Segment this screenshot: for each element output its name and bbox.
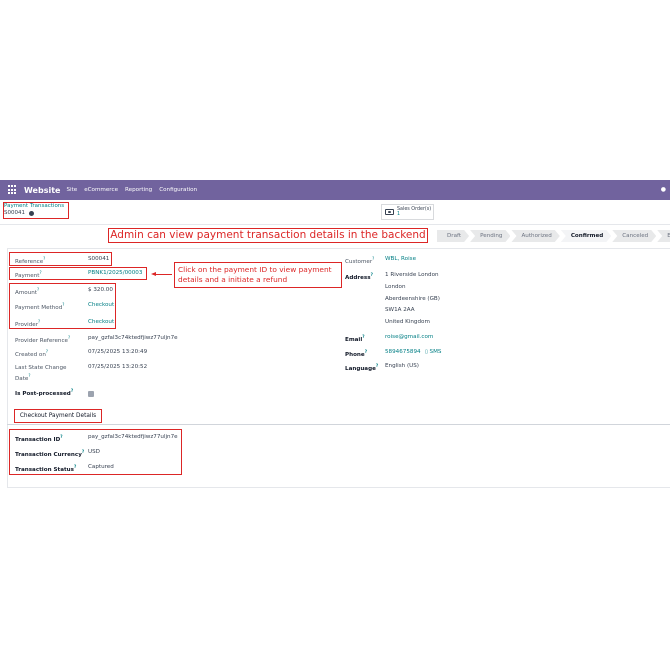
provider-reference-value: pay_gzfal3c74ktedfjiwz77uljn7e <box>88 335 178 341</box>
sales-orders-smart-button[interactable]: Sales Order(s) 1 <box>381 204 434 220</box>
stage-canceled[interactable]: Canceled <box>612 230 656 242</box>
tab-checkout-payment-details[interactable]: Checkout Payment Details <box>14 409 102 423</box>
address-line-1: 1 Riverside London <box>385 272 439 278</box>
sales-orders-count: 1 <box>397 212 401 217</box>
stage-draft[interactable]: Draft <box>437 230 469 242</box>
provider-reference-label-text: Provider Reference <box>15 337 68 344</box>
sms-button[interactable]: ▯ SMS <box>425 349 441 355</box>
top-navbar: Website Site eCommerce Reporting Configu… <box>0 180 670 200</box>
phone-label-text: Phone <box>345 351 365 358</box>
amount-method-provider-highlight <box>9 283 116 329</box>
sms-icon: ▯ <box>425 349 428 355</box>
language-value: English (US) <box>385 363 419 369</box>
created-on-value: 07/25/2025 13:20:49 <box>88 349 148 355</box>
money-icon <box>385 209 394 215</box>
menu-reporting[interactable]: Reporting <box>125 187 152 193</box>
stage-error[interactable]: Error <box>657 230 670 242</box>
address-line-5: United Kingdom <box>385 319 430 325</box>
stage-pending[interactable]: Pending <box>470 230 510 242</box>
address-line-3: Aberdeenshire (GB) <box>385 296 440 302</box>
phone-label: Phone? <box>345 349 368 358</box>
is-post-processed-label: Is Post-processed? <box>15 388 74 397</box>
email-value[interactable]: roise@gmail.com <box>385 334 433 340</box>
provider-reference-label: Provider Reference? <box>15 335 71 344</box>
address-line-2: London <box>385 284 406 290</box>
email-label: Email? <box>345 334 365 343</box>
is-post-processed-checkbox[interactable] <box>88 391 94 397</box>
apps-menu-icon[interactable] <box>8 185 18 195</box>
created-on-label: Created on? <box>15 349 49 358</box>
phone-value[interactable]: 5894675894 <box>385 349 421 355</box>
stage-authorized[interactable]: Authorized <box>511 230 559 242</box>
annotation-arrow <box>151 272 172 277</box>
arrow-line <box>155 273 172 276</box>
app-brand[interactable]: Website <box>24 186 60 195</box>
language-label: Language? <box>345 363 379 372</box>
breadcrumb-highlight <box>3 202 69 219</box>
payment-highlight <box>9 267 147 280</box>
annotation-payment-note: Click on the payment ID to view payment … <box>174 262 342 288</box>
last-state-change-label-text: Last State Change Date <box>15 365 67 382</box>
email-label-text: Email <box>345 336 363 343</box>
is-post-processed-label-text: Is Post-processed <box>15 390 71 397</box>
screenshot-stage: Website Site eCommerce Reporting Configu… <box>0 0 670 670</box>
tab-underline <box>7 424 670 425</box>
language-label-text: Language <box>345 365 376 372</box>
customer-label: Customer? <box>345 256 375 265</box>
address-label-text: Address <box>345 274 371 281</box>
control-panel: Payment Transactions S00041 <box>0 200 670 225</box>
checkout-details-highlight <box>9 429 182 475</box>
stage-confirmed[interactable]: Confirmed <box>561 230 611 242</box>
sms-label: SMS <box>429 349 442 355</box>
created-on-label-text: Created on <box>15 351 46 358</box>
sales-orders-label: Sales Order(s) <box>397 207 432 212</box>
last-state-change-label: Last State Change Date? <box>15 365 67 382</box>
address-line-4: SW1A 2AA <box>385 307 415 313</box>
last-state-change-value: 07/25/2025 13:20:52 <box>88 364 148 370</box>
address-label: Address? <box>345 272 373 281</box>
annotation-title: Admin can view payment transaction detai… <box>108 228 428 243</box>
menu-site[interactable]: Site <box>66 187 77 193</box>
stage-pipeline: Draft Pending Authorized Confirmed Cance… <box>437 230 670 242</box>
menu-ecommerce[interactable]: eCommerce <box>84 187 118 193</box>
customer-link[interactable]: WBL, Roise <box>385 256 416 262</box>
menu-configuration[interactable]: Configuration <box>159 187 197 193</box>
reference-highlight <box>9 252 112 266</box>
systray-icon[interactable]: ● <box>661 186 666 193</box>
sales-orders-text: Sales Order(s) 1 <box>397 207 431 217</box>
customer-label-text: Customer <box>345 258 373 265</box>
